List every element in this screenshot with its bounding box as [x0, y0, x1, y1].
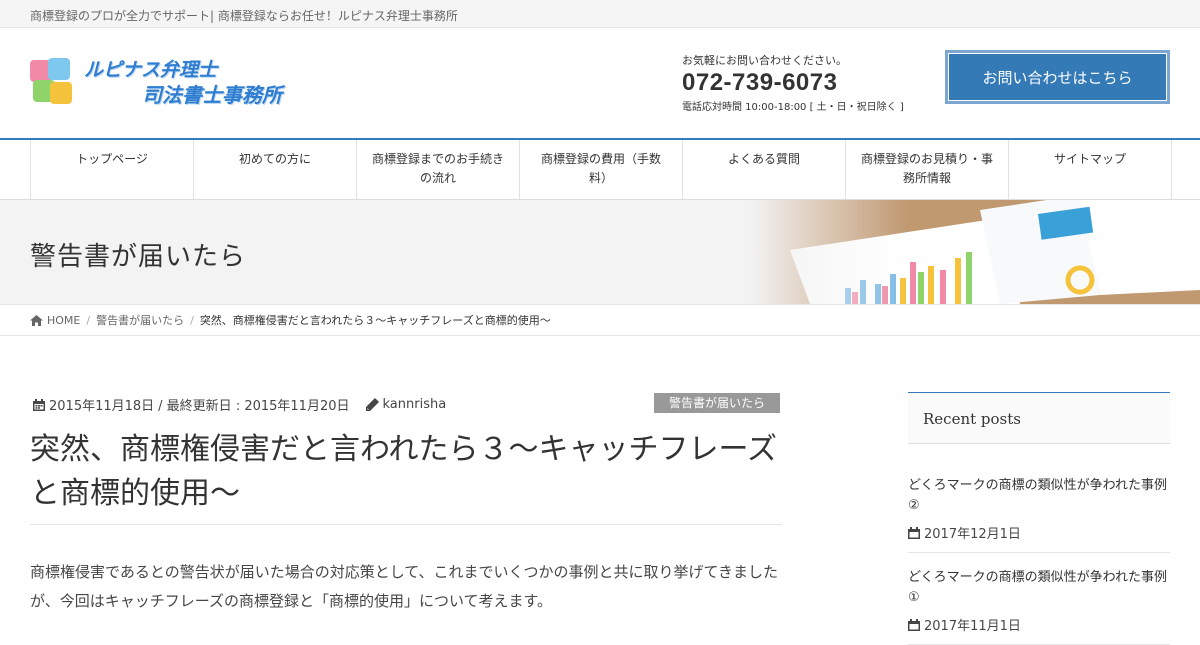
logo-mark-icon	[30, 58, 76, 108]
sidebar: Recent posts どくろマークの商標の類似性が争われた事例② 2017年…	[908, 392, 1170, 645]
breadcrumb-current: 突然、商標権侵害だと言われたら３～キャッチフレーズと商標的使用～	[199, 314, 551, 327]
nav-item-fees[interactable]: 商標登録の費用（手数料）	[520, 140, 683, 199]
post-body: 商標権侵害であるとの警告状が届いた場合の対応策として、これまでいくつかの事例と共…	[30, 563, 779, 610]
sidebar-heading: Recent posts	[908, 392, 1170, 444]
contact-button[interactable]: お問い合わせはこちら	[945, 50, 1170, 104]
post-meta: 2015年11月18日 / 最終更新日 : 2015年11月20日 kannri…	[33, 395, 446, 414]
site-header: ルピナス弁理士 司法書士事務所 お気軽にお問い合わせください。 072-739-…	[0, 28, 1200, 138]
nav-item-process[interactable]: 商標登録までのお手続きの流れ	[357, 140, 520, 199]
pencil-icon	[365, 398, 379, 411]
breadcrumb-home[interactable]: HOME	[47, 314, 80, 327]
calendar-icon	[908, 526, 920, 539]
page-title: 警告書が届いたら	[30, 242, 247, 272]
nav-item-first-time[interactable]: 初めての方に	[194, 140, 357, 199]
post-date: 2015年11月18日	[49, 399, 155, 414]
home-icon	[30, 314, 43, 326]
breadcrumb-category[interactable]: 警告書が届いたら	[96, 312, 184, 328]
recent-post-item: どくろマークの商標の類似性が争われた事例② 2017年12月1日	[908, 444, 1170, 553]
recent-post-link[interactable]: どくろマークの商標の類似性が争われた事例①	[908, 568, 1170, 608]
breadcrumb-separator: /	[86, 313, 91, 327]
nav-item-sitemap[interactable]: サイトマップ	[1009, 140, 1172, 199]
breadcrumb: HOME / 警告書が届いたら / 突然、商標権侵害だと言われたら３～キャッチフ…	[0, 304, 1200, 336]
category-badge[interactable]: 警告書が届いたら	[654, 393, 780, 413]
business-hours: 電話応対時間 10:00-18:00 [ 土・日・祝日除く ]	[682, 102, 904, 113]
contact-info: お気軽にお問い合わせください。 072-739-6073 電話応対時間 10:0…	[682, 52, 904, 113]
post-author[interactable]: kannrisha	[383, 397, 447, 412]
calendar-icon	[33, 398, 45, 411]
page-header-banner: 警告書が届いたら	[0, 200, 1200, 304]
contact-message: お気軽にお問い合わせください。	[682, 54, 847, 67]
breadcrumb-separator: /	[190, 313, 194, 327]
nav-item-top[interactable]: トップページ	[31, 140, 194, 199]
global-nav: トップページ 初めての方に 商標登録までのお手続きの流れ 商標登録の費用（手数料…	[0, 138, 1200, 200]
recent-post-link[interactable]: どくろマークの商標の類似性が争われた事例②	[908, 476, 1170, 516]
banner-image	[750, 200, 1200, 304]
nav-item-faq[interactable]: よくある質問	[683, 140, 846, 199]
site-logo[interactable]: ルピナス弁理士 司法書士事務所	[30, 58, 282, 108]
logo-text-line1: ルピナス弁理士	[84, 59, 218, 81]
logo-text-line2: 司法書士事務所	[142, 83, 282, 107]
recent-post-item: どくろマークの商標の類似性が争われた事例① 2017年11月1日	[908, 553, 1170, 645]
calendar-icon	[908, 618, 920, 631]
nav-item-estimate[interactable]: 商標登録のお見積り・事務所情報	[846, 140, 1009, 199]
recent-post-date: 2017年12月1日	[924, 527, 1021, 542]
top-bar: 商標登録のプロが全力でサポート| 商標登録ならお任せ！ルピナス弁理士事務所	[0, 0, 1200, 28]
site-tagline: 商標登録のプロが全力でサポート| 商標登録ならお任せ！ルピナス弁理士事務所	[30, 9, 458, 23]
post-title: 突然、商標権侵害だと言われたら３～キャッチフレーズと商標的使用～	[30, 428, 782, 525]
phone-number[interactable]: 072-739-6073	[682, 69, 904, 97]
post-updated: / 最終更新日 : 2015年11月20日	[158, 399, 350, 414]
recent-post-date: 2017年11月1日	[924, 619, 1021, 634]
